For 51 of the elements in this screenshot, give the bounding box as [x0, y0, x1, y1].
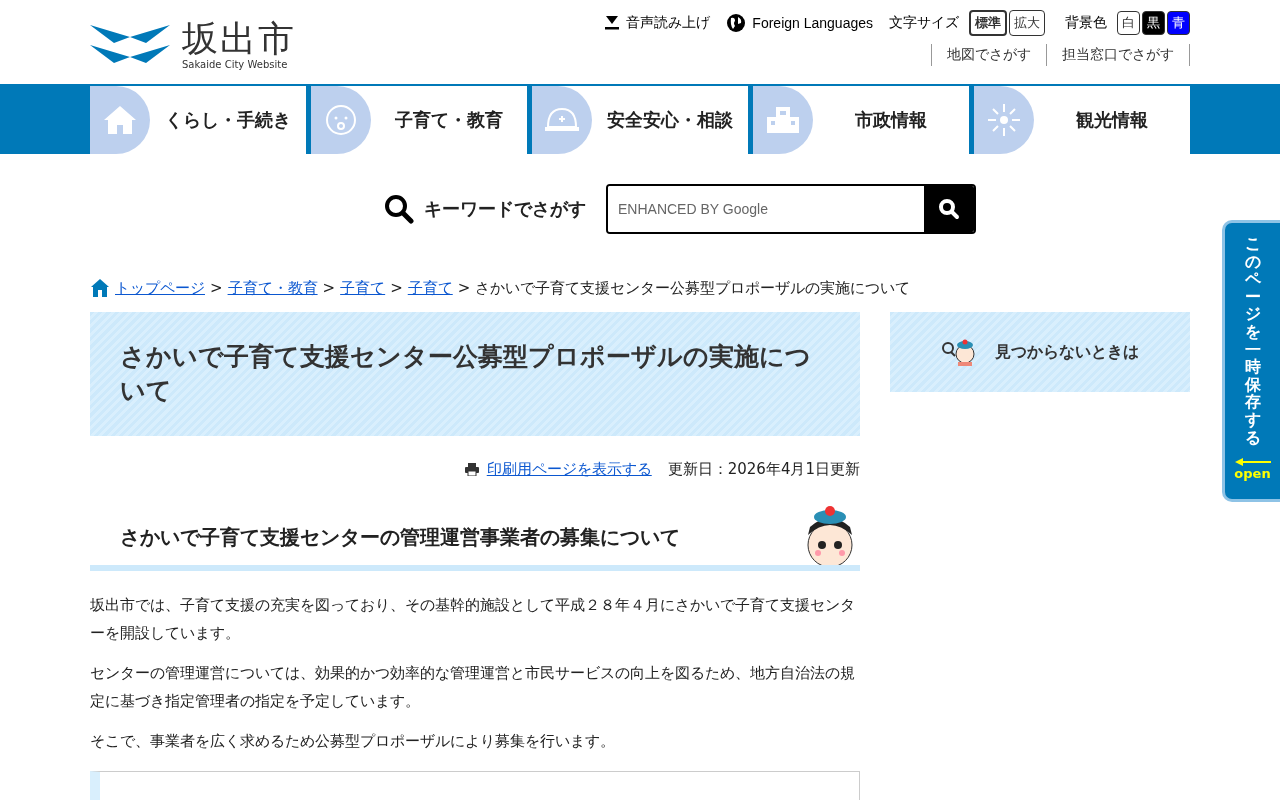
- search-field[interactable]: ENHANCED BY Google: [606, 184, 976, 234]
- house-icon: [103, 104, 137, 136]
- download-arrow-icon: [604, 16, 621, 30]
- body-paragraph: 坂出市では、子育て支援の充実を図っており、その基幹的施設として平成２８年４月にさかいで子育て支援センターを開設しています。: [90, 595, 856, 644]
- print-page-link[interactable]: 印刷用ページを表示する: [486, 460, 652, 479]
- page-title: さかいで子育て支援センター公募型プロポーザルの実施について: [90, 312, 860, 436]
- tool-link[interactable]: Foreign Languages: [726, 13, 873, 33]
- home-icon[interactable]: [90, 278, 110, 298]
- body-paragraph: そこで、事業者を広く求めるため公募型プロポーザルにより募集を行います。: [90, 731, 616, 752]
- font-size-label: 文字サイズ: [889, 14, 959, 32]
- tool-link[interactable]: 音声読み上げ: [604, 14, 711, 32]
- globe-icon: [726, 13, 747, 33]
- baby-face-icon: [324, 103, 358, 137]
- breadcrumb-link[interactable]: 子育て: [407, 278, 453, 298]
- background-color-button[interactable]: 白: [1117, 11, 1140, 35]
- search-label: キーワードでさがす: [424, 197, 586, 221]
- font-size-button[interactable]: 標準: [969, 10, 1007, 36]
- font-size-button[interactable]: 拡大: [1009, 10, 1045, 36]
- breadcrumb-link[interactable]: 子育て・教育: [227, 278, 318, 298]
- nav-item[interactable]: 観光情報: [974, 86, 1190, 154]
- building-icon: [766, 105, 800, 135]
- firework-icon: [987, 103, 1021, 137]
- magnifier-mascot-icon: [941, 338, 975, 366]
- search-icon: [384, 194, 414, 224]
- nav-item[interactable]: 市政情報: [753, 86, 969, 154]
- save-page-tab[interactable]: このページを一時保存する open: [1222, 220, 1280, 502]
- background-color-label: 背景色: [1065, 14, 1107, 32]
- breadcrumb-separator: >: [322, 279, 336, 297]
- nav-item[interactable]: 子育て・教育: [311, 86, 527, 154]
- nav-item[interactable]: 安全安心・相談: [532, 86, 748, 154]
- help-link[interactable]: 見つからないときは: [890, 312, 1190, 392]
- search-icon: [938, 198, 960, 220]
- section-heading: さかいで子育て支援センターの管理運営事業者の募集について: [120, 524, 680, 551]
- site-subtitle: Sakaide City Website: [182, 58, 289, 70]
- search-button[interactable]: [924, 186, 974, 232]
- breadcrumb-link[interactable]: 子育て: [340, 278, 386, 298]
- breadcrumb-separator: >: [390, 279, 403, 297]
- background-color-button[interactable]: 黒: [1142, 11, 1165, 35]
- breadcrumb-separator: >: [457, 279, 471, 297]
- body-paragraph: センターの管理運営については、効果的かつ効率的な管理運営と市民サービスの向上を図るため、地方自治法の規定に基づき指定管理者の指定を予定しています。: [90, 663, 856, 712]
- breadcrumb-separator: >: [210, 279, 223, 297]
- background-color-button[interactable]: 青: [1167, 11, 1190, 35]
- nav-item[interactable]: くらし・手続き: [90, 86, 306, 154]
- printer-icon: [464, 463, 479, 476]
- site-title[interactable]: 坂出市: [182, 18, 296, 59]
- breadcrumb-current: さかいで子育て支援センター公募型プロポーザルの実施について: [475, 278, 911, 298]
- updated-date: 更新日：2026年4月1日更新: [667, 460, 860, 479]
- left-arrow-icon: [1234, 458, 1271, 467]
- breadcrumb-link[interactable]: トップページ: [115, 278, 205, 298]
- header-link[interactable]: 担当窓口でさがす: [1047, 44, 1190, 66]
- header-link[interactable]: 地図でさがす: [932, 44, 1047, 66]
